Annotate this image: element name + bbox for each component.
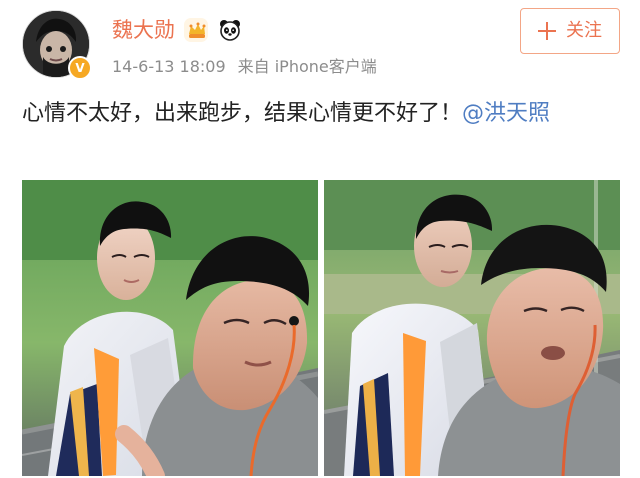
post-images (22, 180, 620, 476)
post-meta: 14-6-13 18:09 来自 iPhone客户端 (112, 56, 377, 78)
post-content: 心情不太好，出来跑步，结果心情更不好了！@洪天照 (22, 96, 622, 132)
follow-button-label: 关注 (566, 20, 602, 41)
crown-icon (183, 17, 209, 43)
post-timestamp: 14-6-13 18:09 (112, 57, 226, 76)
weibo-post-card: V 魏大勋 14-6-13 18:09 来自 iPhone客户端 关注 心情不太… (0, 0, 640, 478)
username[interactable]: 魏大勋 (112, 15, 175, 45)
user-name-row: 魏大勋 (112, 15, 243, 45)
avatar-container[interactable]: V (22, 10, 92, 80)
panda-icon (217, 17, 243, 43)
post-text: 心情不太好，出来跑步，结果心情更不好了！ (22, 101, 463, 126)
post-source: 来自 iPhone客户端 (237, 57, 377, 76)
mention-link[interactable]: @洪天照 (462, 101, 550, 126)
post-image-1[interactable] (22, 180, 318, 476)
plus-icon (538, 22, 556, 40)
follow-button[interactable]: 关注 (520, 8, 620, 54)
verified-badge-icon: V (68, 56, 92, 80)
post-image-2[interactable] (324, 180, 620, 476)
post-header: V 魏大勋 14-6-13 18:09 来自 iPhone客户端 关注 (0, 0, 640, 90)
